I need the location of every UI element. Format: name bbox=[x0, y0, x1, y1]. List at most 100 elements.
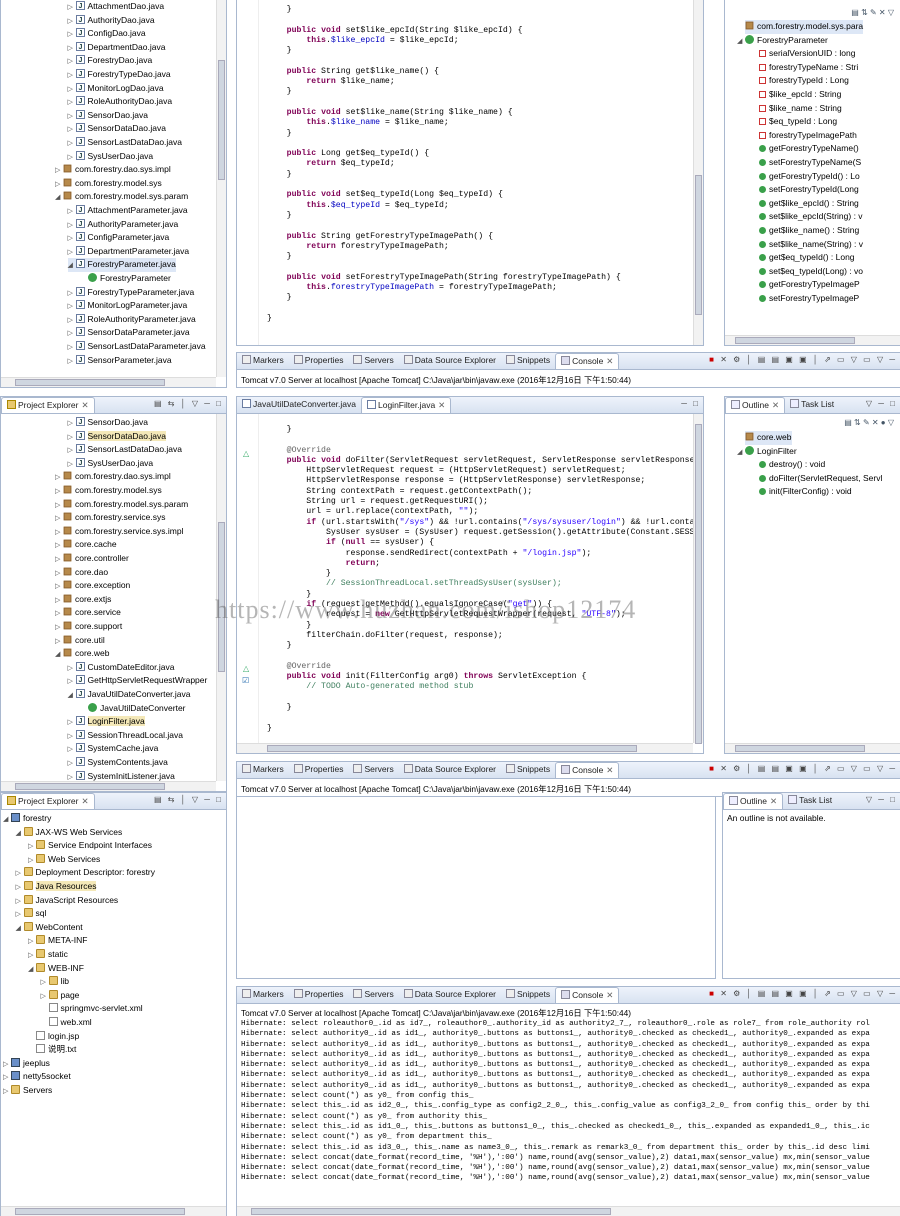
tab-data-source-explorer[interactable]: Data Source Explorer bbox=[399, 353, 501, 369]
tree-item[interactable]: ▷ static bbox=[28, 948, 68, 962]
outline-toolbar[interactable]: ▤ ⇅ ✎ ✕ ● ▽ bbox=[844, 418, 894, 427]
tab-snippets[interactable]: Snippets bbox=[501, 762, 555, 778]
tab-markers[interactable]: Markers bbox=[237, 353, 289, 369]
tab-console[interactable]: Console ✕ bbox=[555, 987, 620, 1003]
tree-item[interactable]: ▷ ForestryTypeParameter.java bbox=[68, 286, 195, 300]
tree-item[interactable]: ▷ core.extjs bbox=[55, 593, 111, 607]
tree-item[interactable]: ▷ netty5socket bbox=[3, 1070, 71, 1084]
tree-item[interactable]: ▷ core.cache bbox=[55, 538, 117, 552]
tab-console[interactable]: Console ✕ bbox=[555, 762, 620, 778]
tab-task-list[interactable]: Task List bbox=[783, 793, 837, 809]
scrollbar-h[interactable] bbox=[237, 743, 693, 753]
tree-item[interactable]: ▷ Servers bbox=[3, 1084, 52, 1098]
tab-markers[interactable]: Markers bbox=[237, 987, 289, 1003]
tree-item[interactable]: ▷ SensorLastDataParameter.java bbox=[68, 340, 206, 354]
expand-arrow-icon[interactable]: ▷ bbox=[68, 110, 76, 124]
editor-view-toolbar[interactable]: ─ □ bbox=[681, 399, 700, 408]
tab-javautildateconverter[interactable]: JavaUtilDateConverter.java bbox=[237, 397, 361, 413]
tree-item[interactable]: ▷ page bbox=[41, 989, 79, 1004]
expand-arrow-icon[interactable]: ▷ bbox=[68, 458, 76, 472]
outline-item[interactable]: ◢ LoginFilter bbox=[737, 445, 797, 459]
expand-arrow-icon[interactable]: ◢ bbox=[16, 922, 24, 936]
expand-arrow-icon[interactable]: ▷ bbox=[68, 123, 76, 137]
expand-arrow-icon[interactable]: ▷ bbox=[28, 854, 36, 868]
expand-arrow-icon[interactable]: ▷ bbox=[68, 1, 76, 15]
tab-servers[interactable]: Servers bbox=[348, 353, 398, 369]
outline-item[interactable]: setForestryTypeImageP bbox=[759, 292, 859, 306]
tab-data-source-explorer[interactable]: Data Source Explorer bbox=[399, 987, 501, 1003]
scrollbar-v[interactable] bbox=[693, 0, 703, 345]
outline-item[interactable]: get$like_name() : String bbox=[759, 224, 859, 238]
tree-item[interactable]: ▷ core.controller bbox=[55, 552, 129, 566]
tree-item[interactable]: ◢ com.forestry.model.sys.param bbox=[55, 190, 188, 204]
expand-arrow-icon[interactable]: ▷ bbox=[41, 990, 49, 1004]
outline-item[interactable]: doFilter(ServletRequest, Servl bbox=[759, 472, 882, 486]
tree-item[interactable]: ◢ ForestryParameter.java bbox=[67, 258, 176, 272]
expand-arrow-icon[interactable]: ◢ bbox=[3, 813, 11, 827]
tree-item[interactable]: ▷ SensorLastDataDao.java bbox=[68, 443, 183, 457]
expand-arrow-icon[interactable]: ▷ bbox=[68, 417, 76, 431]
expand-arrow-icon[interactable]: ▷ bbox=[68, 137, 76, 151]
tree-item[interactable]: ▷ ForestryDao.java bbox=[68, 54, 153, 68]
tree-item[interactable]: ▷ AttachmentDao.java bbox=[68, 0, 165, 14]
outline-item[interactable]: set$like_name(String) : v bbox=[759, 238, 863, 252]
tree-item[interactable]: ▷ core.service bbox=[55, 606, 121, 620]
expand-arrow-icon[interactable]: ▷ bbox=[55, 567, 63, 581]
expand-arrow-icon[interactable]: ▷ bbox=[55, 580, 63, 594]
expand-arrow-icon[interactable]: ◢ bbox=[55, 648, 63, 662]
tab-task-list[interactable]: Task List bbox=[785, 397, 839, 413]
tree-item[interactable]: ▷ SysUserDao.java bbox=[68, 457, 154, 471]
tree-item[interactable]: ▷ Service Endpoint Interfaces bbox=[28, 839, 152, 853]
scrollbar-h[interactable] bbox=[725, 743, 900, 753]
tree-item[interactable]: ▷ ConfigDao.java bbox=[68, 27, 146, 41]
tree-item[interactable]: ▷ MonitorLogParameter.java bbox=[68, 299, 188, 313]
outline-item[interactable]: serialVersionUID : long bbox=[759, 47, 855, 61]
expand-arrow-icon[interactable]: ◢ bbox=[68, 689, 76, 703]
tree-item[interactable]: ▷ CustomDateEditor.java bbox=[68, 661, 175, 675]
view-toolbar[interactable]: ▤ ⇆ │ ▽ ─ □ bbox=[154, 795, 223, 804]
expand-arrow-icon[interactable]: ▷ bbox=[68, 314, 76, 328]
tree-item[interactable]: ◢ core.web bbox=[55, 647, 110, 661]
tab-outline[interactable]: Outline ✕ bbox=[725, 397, 786, 413]
console-toolbar[interactable]: ■ ✕ ⚙ │ ▤ ▤ ▣ ▣ │ ⇗ ▭ ▽ ▭ ▽ ─ bbox=[709, 989, 897, 998]
close-icon[interactable]: ✕ bbox=[606, 990, 613, 1000]
outline-item[interactable]: forestryTypeId : Long bbox=[759, 74, 849, 88]
expand-arrow-icon[interactable]: ▷ bbox=[68, 355, 76, 369]
expand-arrow-icon[interactable]: ▷ bbox=[68, 15, 76, 29]
expand-arrow-icon[interactable]: ▷ bbox=[68, 232, 76, 246]
tab-console[interactable]: Console ✕ bbox=[555, 353, 620, 369]
outline-item[interactable]: get$like_epcId() : String bbox=[759, 197, 859, 211]
outline-item[interactable]: getForestryTypeId() : Lo bbox=[759, 170, 860, 184]
expand-arrow-icon[interactable]: ▷ bbox=[68, 28, 76, 42]
expand-arrow-icon[interactable]: ▷ bbox=[68, 151, 76, 165]
expand-arrow-icon[interactable]: ▷ bbox=[68, 246, 76, 260]
outline-item[interactable]: setForestryTypeId(Long bbox=[759, 183, 859, 197]
expand-arrow-icon[interactable]: ◢ bbox=[55, 191, 63, 205]
console-toolbar[interactable]: ■ ✕ ⚙ │ ▤ ▤ ▣ ▣ │ ⇗ ▭ ▽ ▭ ▽ ─ bbox=[709, 764, 897, 773]
code-area-2[interactable]: } @Override public void doFilter(Servlet… bbox=[267, 425, 703, 734]
outline-item[interactable]: init(FilterConfig) : void bbox=[759, 485, 852, 499]
expand-arrow-icon[interactable]: ▷ bbox=[55, 594, 63, 608]
expand-arrow-icon[interactable]: ▷ bbox=[3, 1085, 11, 1099]
tree-item[interactable]: ▷ core.util bbox=[55, 634, 105, 648]
close-icon[interactable]: ✕ bbox=[438, 400, 445, 410]
expand-arrow-icon[interactable]: ▷ bbox=[55, 539, 63, 553]
tab-servers[interactable]: Servers bbox=[348, 987, 398, 1003]
tree-item[interactable]: ▷ SystemContents.java bbox=[68, 756, 168, 770]
expand-arrow-icon[interactable]: ▷ bbox=[16, 895, 24, 909]
tab-properties[interactable]: Properties bbox=[289, 353, 349, 369]
tree-item[interactable]: ▷ com.forestry.service.sys bbox=[55, 511, 166, 525]
outline-item[interactable]: forestryTypeName : Stri bbox=[759, 61, 858, 75]
tree-item[interactable]: ▷ SensorDataDao.java bbox=[68, 430, 166, 443]
outline-item[interactable]: ◢ ForestryParameter bbox=[737, 34, 828, 48]
console-output[interactable]: Hibernate: select roleauthor0_.id as id7… bbox=[241, 1019, 870, 1184]
expand-arrow-icon[interactable]: ▷ bbox=[3, 1071, 11, 1085]
expand-arrow-icon[interactable]: ▷ bbox=[55, 553, 63, 567]
tree-item[interactable]: ▷ lib bbox=[41, 975, 69, 989]
tree-item[interactable]: ▷ SensorDao.java bbox=[68, 416, 148, 430]
scrollbar-v[interactable] bbox=[693, 414, 703, 744]
code-area-1[interactable]: } public void set$like_epcId(String $lik… bbox=[267, 5, 621, 324]
tree-item[interactable]: ▷ SystemCache.java bbox=[68, 742, 159, 756]
view-toolbar[interactable]: ▽ ─ □ bbox=[866, 795, 897, 804]
tree-item[interactable]: ◢ JavaUtilDateConverter.java bbox=[68, 688, 191, 702]
